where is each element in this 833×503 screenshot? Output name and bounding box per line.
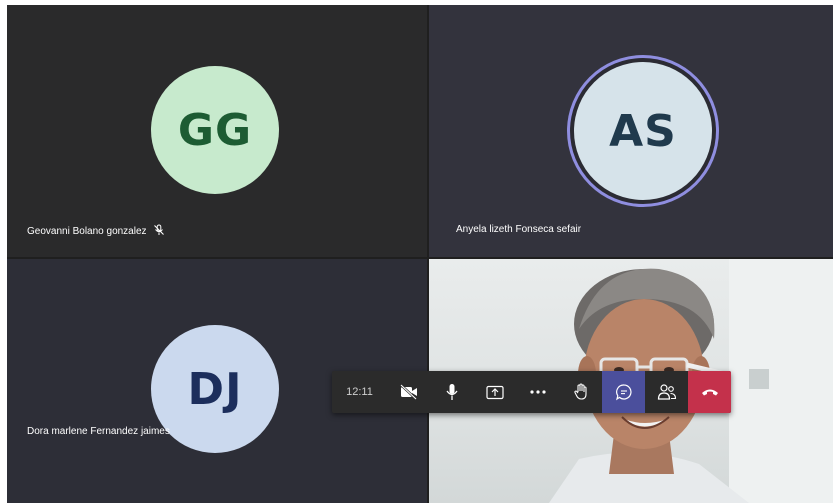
share-screen-icon xyxy=(485,385,504,399)
avatar: DJ xyxy=(151,325,279,453)
avatar-speaking: AS xyxy=(574,62,712,200)
raise-hand-icon xyxy=(573,383,587,400)
microphone-icon xyxy=(445,384,458,400)
camera-off-icon xyxy=(399,384,417,400)
avatar-initials: GG xyxy=(177,104,253,156)
participant-name: Geovanni Bolano gonzalez xyxy=(27,226,147,237)
hang-up-button[interactable] xyxy=(688,371,731,413)
camera-toggle-button[interactable] xyxy=(387,371,430,413)
share-screen-button[interactable] xyxy=(473,371,516,413)
avatar-initials: AS xyxy=(609,105,677,157)
raise-hand-button[interactable] xyxy=(559,371,602,413)
participant-name-label: Dora marlene Fernandez jaimes xyxy=(27,426,170,437)
chat-button[interactable] xyxy=(602,371,645,413)
avatar: GG xyxy=(151,66,279,194)
avatar-initials: DJ xyxy=(187,363,243,415)
call-duration: 12:11 xyxy=(332,371,387,413)
microphone-toggle-button[interactable] xyxy=(430,371,473,413)
more-options-icon xyxy=(529,390,546,394)
more-options-button[interactable] xyxy=(516,371,559,413)
participant-name-label: Anyela lizeth Fonseca sefair xyxy=(456,224,581,235)
participants-icon xyxy=(657,384,676,400)
participant-name: Dora marlene Fernandez jaimes xyxy=(27,426,170,437)
mic-muted-icon xyxy=(153,224,165,239)
hang-up-icon xyxy=(701,389,718,396)
meeting-controls: 12:11 xyxy=(332,371,731,413)
participants-button[interactable] xyxy=(645,371,688,413)
participant-name: Anyela lizeth Fonseca sefair xyxy=(456,224,582,235)
chat-icon xyxy=(615,384,632,401)
participant-name-label: Geovanni Bolano gonzalez xyxy=(27,224,165,239)
